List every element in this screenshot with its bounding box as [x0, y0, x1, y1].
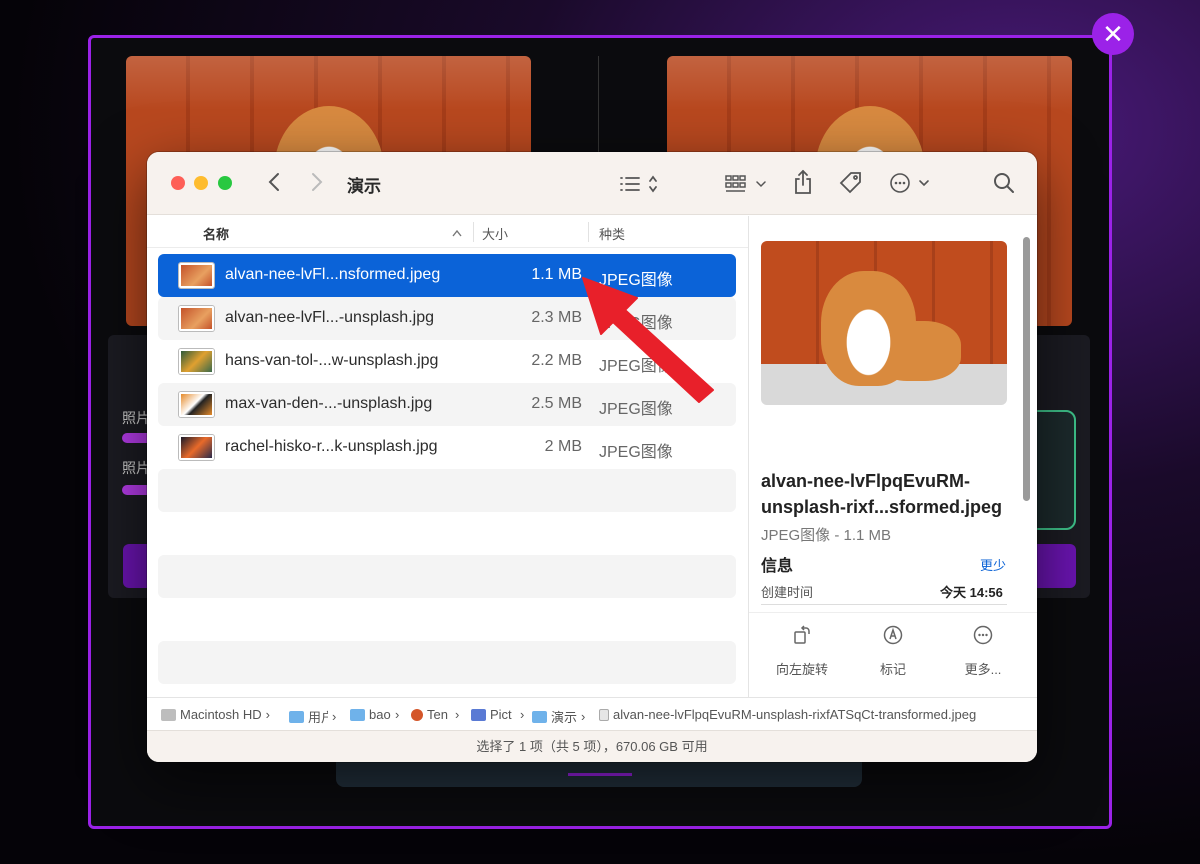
file-list: alvan-nee-lvFl...nsformed.jpeg 1.1 MB JP…	[158, 254, 736, 684]
show-less-link[interactable]: 更少	[980, 555, 1006, 574]
close-button[interactable]: ✕	[1092, 13, 1134, 55]
background-label-a: 照片	[122, 410, 150, 426]
path-label: Ten	[427, 707, 448, 722]
file-kind: JPEG图像	[599, 444, 673, 461]
file-thumbnail	[179, 392, 214, 417]
created-value: 今天 14:56	[940, 585, 1003, 600]
background-label-b: 照片	[122, 460, 150, 476]
file-name: max-van-den-...-unsplash.jpg	[225, 395, 433, 412]
window-zoom-button[interactable]	[218, 176, 232, 190]
file-kind: JPEG图像	[599, 401, 673, 418]
more-actions-icon[interactable]	[889, 172, 933, 198]
folder-icon	[532, 710, 547, 723]
file-size: 2.2 MB	[531, 352, 582, 369]
path-label: 用户	[308, 710, 328, 725]
file-row[interactable]: max-van-den-...-unsplash.jpg 2.5 MB JPEG…	[158, 383, 736, 426]
empty-row	[158, 641, 736, 684]
rotate-left-icon	[773, 625, 831, 651]
file-thumbnail	[179, 306, 214, 331]
tag-icon[interactable]	[839, 171, 863, 199]
forward-icon[interactable]	[311, 172, 323, 196]
file-row[interactable]: hans-van-tol-...w-unsplash.jpg 2.2 MB JP…	[158, 340, 736, 383]
more-label: 更多...	[964, 662, 1002, 677]
folder-icon	[289, 710, 304, 723]
list-view-icon[interactable]	[619, 174, 659, 198]
file-row[interactable]: alvan-nee-lvFl...nsformed.jpeg 1.1 MB JP…	[158, 254, 736, 297]
empty-row	[158, 469, 736, 512]
rotate-left-button[interactable]: 向左旋转	[773, 625, 831, 678]
file-thumbnail	[179, 349, 214, 374]
status-bar: 选择了 1 项（共 5 项），670.06 GB 可用	[147, 730, 1037, 762]
file-name: alvan-nee-lvFl...-unsplash.jpg	[225, 309, 434, 326]
path-label: Pict	[490, 707, 512, 722]
sort-chevron-icon[interactable]	[452, 225, 462, 240]
file-kind: JPEG图像	[599, 272, 673, 289]
path-segment[interactable]: 用户›	[289, 707, 336, 726]
file-row[interactable]: alvan-nee-lvFl...-unsplash.jpg 2.3 MB JP…	[158, 297, 736, 340]
search-icon[interactable]	[993, 172, 1015, 198]
file-icon	[599, 708, 609, 721]
markup-label: 标记	[879, 662, 906, 677]
empty-row	[158, 598, 736, 641]
file-row[interactable]: rachel-hisko-r...k-unsplash.jpg 2 MB JPE…	[158, 426, 736, 469]
finder-toolbar: 演示	[147, 152, 1037, 215]
window-minimize-button[interactable]	[194, 176, 208, 190]
file-name: rachel-hisko-r...k-unsplash.jpg	[225, 438, 438, 455]
file-size: 2.5 MB	[531, 395, 582, 412]
preview-image	[761, 241, 1007, 405]
window-title: 演示	[347, 177, 381, 196]
markup-button[interactable]: 标记	[873, 625, 913, 678]
user-folder-icon	[411, 708, 423, 721]
path-segment[interactable]: Macintosh HD ›	[161, 707, 270, 722]
column-kind-header[interactable]: 种类	[599, 224, 625, 243]
file-kind: JPEG图像	[599, 315, 673, 332]
finder-window: 演示 名称 大小 种类 alvan-nee-lvFl...nsformed.jp…	[147, 152, 1037, 762]
created-label: 创建时间	[761, 585, 814, 600]
empty-row	[158, 555, 736, 598]
group-icon[interactable]	[725, 174, 769, 198]
file-size: 2.3 MB	[531, 309, 582, 326]
share-icon[interactable]	[793, 169, 813, 199]
path-segment[interactable]: alvan-nee-lvFlpqEvuRM-unsplash-rixfATSqC…	[599, 707, 976, 722]
path-label: 演示	[551, 710, 578, 725]
column-header: 名称 大小 种类	[147, 216, 748, 248]
file-thumbnail	[179, 263, 214, 288]
file-name: hans-van-tol-...w-unsplash.jpg	[225, 352, 439, 369]
back-icon[interactable]	[268, 172, 280, 196]
file-size: 1.1 MB	[531, 266, 582, 283]
pictures-icon	[471, 708, 486, 721]
disk-icon	[161, 708, 176, 721]
file-thumbnail	[179, 435, 214, 460]
path-bar: Macintosh HD› 用户› bao› Ten› Pict› 演示› al…	[147, 697, 1037, 730]
preview-kind-size: JPEG图像 - 1.1 MB	[761, 527, 892, 544]
window-close-button[interactable]	[171, 176, 185, 190]
path-segment[interactable]: Pict ›	[471, 707, 524, 722]
path-segment[interactable]: bao ›	[350, 707, 399, 722]
info-title: 信息	[761, 558, 794, 575]
preview-filename: alvan-nee-lvFlpqEvuRM-unsplash-rixf...sf…	[761, 471, 1003, 517]
folder-icon	[350, 708, 365, 721]
file-kind: JPEG图像	[599, 358, 673, 375]
file-name: alvan-nee-lvFl...nsformed.jpeg	[225, 266, 441, 283]
markup-icon	[873, 625, 913, 651]
path-segment[interactable]: Ten ›	[411, 707, 459, 722]
file-size: 2 MB	[544, 438, 582, 455]
column-size-header[interactable]: 大小	[482, 224, 508, 243]
path-label: Macintosh HD	[180, 707, 262, 722]
more-icon	[961, 625, 1005, 651]
preview-scrollbar[interactable]	[1023, 237, 1030, 501]
more-quick-actions-button[interactable]: 更多...	[961, 625, 1005, 678]
rotate-left-label: 向左旋转	[775, 662, 828, 677]
column-name-header[interactable]: 名称	[203, 224, 229, 243]
info-divider	[761, 604, 1007, 605]
path-segment[interactable]: 演示 ›	[532, 707, 585, 726]
path-label: bao	[369, 707, 391, 722]
path-label: alvan-nee-lvFlpqEvuRM-unsplash-rixfATSqC…	[613, 707, 977, 722]
empty-row	[158, 512, 736, 555]
